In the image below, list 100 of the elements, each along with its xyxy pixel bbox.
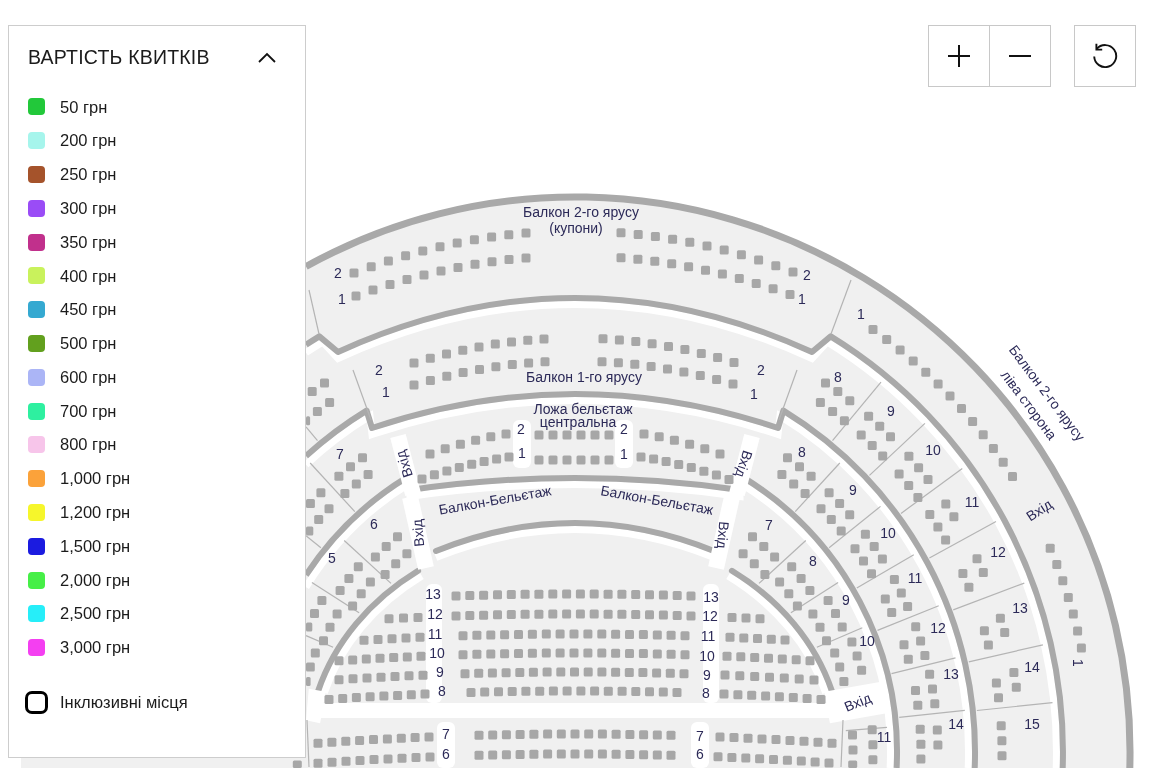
price-label: 3,000 грн bbox=[60, 637, 131, 659]
box-number: 8 bbox=[834, 369, 842, 385]
walkway bbox=[513, 420, 531, 468]
seat-block bbox=[370, 532, 412, 579]
section-title: Ложа бельєтаж bbox=[533, 401, 633, 417]
row-number: 7 bbox=[696, 728, 704, 744]
box-number: 7 bbox=[765, 517, 773, 533]
box-number: 9 bbox=[842, 592, 850, 608]
box-number: 10 bbox=[880, 525, 896, 541]
walkway bbox=[729, 434, 760, 496]
row-number: 1 bbox=[382, 384, 390, 400]
box-divider bbox=[900, 467, 963, 514]
row-number: 11 bbox=[427, 626, 443, 642]
seat-block bbox=[911, 669, 940, 710]
row-number: 12 bbox=[427, 606, 443, 622]
seat-block bbox=[738, 532, 780, 579]
price-label: 50 грн bbox=[60, 96, 108, 118]
row-number: 9 bbox=[703, 667, 711, 683]
price-label: 600 грн bbox=[60, 366, 117, 388]
row-number: 13 bbox=[703, 589, 719, 605]
plus-icon bbox=[948, 45, 970, 67]
row-number: 1 bbox=[857, 306, 865, 322]
row-number: 1 bbox=[338, 291, 346, 307]
row-number: 10 bbox=[699, 648, 715, 664]
box-divider bbox=[305, 635, 334, 648]
row-number: 12 bbox=[702, 608, 718, 624]
box-number: 14 bbox=[1024, 659, 1040, 675]
seat-row bbox=[727, 612, 765, 624]
box-number: 9 bbox=[849, 482, 857, 498]
seat-block bbox=[979, 613, 1010, 650]
box-divider bbox=[352, 369, 372, 421]
seat-block bbox=[306, 648, 320, 686]
box-number: 13 bbox=[943, 666, 959, 682]
price-label: 1,200 грн bbox=[60, 502, 131, 524]
box-number: 12 bbox=[990, 544, 1006, 560]
seat-block bbox=[848, 725, 878, 768]
box-divider bbox=[305, 535, 322, 549]
box-number: 11 bbox=[964, 494, 980, 510]
price-label: 300 грн bbox=[60, 197, 117, 219]
row-number: 9 bbox=[436, 664, 444, 680]
price-label: 350 грн bbox=[60, 231, 117, 253]
seat-block bbox=[306, 488, 334, 536]
zoom-in-button[interactable] bbox=[928, 25, 990, 87]
entrance-label: Вхід bbox=[841, 689, 874, 715]
box-divider bbox=[794, 462, 841, 513]
box-number: 10 bbox=[859, 633, 875, 649]
row-number: 2 bbox=[334, 265, 342, 281]
box-number: 13 bbox=[1012, 600, 1028, 616]
seat-row bbox=[359, 632, 425, 645]
minus-icon bbox=[1008, 55, 1031, 57]
box-number: 11 bbox=[876, 729, 892, 745]
reset-button[interactable] bbox=[1074, 25, 1136, 87]
box-number: 14 bbox=[948, 716, 964, 732]
seat-block bbox=[991, 668, 1021, 703]
row-number: 13 bbox=[425, 586, 441, 602]
price-label: 400 грн bbox=[60, 265, 117, 287]
section-title: Балкон 1-го ярусу bbox=[526, 369, 642, 385]
price-label: 450 грн bbox=[60, 299, 117, 321]
row-number: 1 bbox=[1070, 659, 1086, 667]
row-number: 1 bbox=[750, 386, 758, 402]
price-label: 2,500 грн bbox=[60, 603, 131, 625]
box-number: 15 bbox=[1024, 716, 1040, 732]
legend-title: ВАРТІСТЬ КВИТКІВ bbox=[28, 45, 210, 70]
entrance-label: Вхід bbox=[732, 448, 756, 480]
row-number: 1 bbox=[798, 291, 806, 307]
seat-block bbox=[925, 499, 959, 545]
row-number: 11 bbox=[700, 628, 716, 644]
box-divider bbox=[305, 426, 319, 442]
box-number: 12 bbox=[930, 620, 946, 636]
section-note: центральна bbox=[539, 414, 617, 430]
seat-block bbox=[808, 595, 847, 646]
box-number: 5 bbox=[328, 550, 336, 566]
seat-block bbox=[915, 724, 943, 764]
price-label: 1,000 грн bbox=[60, 468, 131, 490]
price-label: 2,000 грн bbox=[60, 569, 131, 591]
chevron-up-icon[interactable] bbox=[258, 51, 276, 63]
box-divider bbox=[778, 369, 798, 421]
row-number: 6 bbox=[696, 746, 704, 762]
box-number: 6 bbox=[370, 516, 378, 532]
price-label: 500 грн bbox=[60, 333, 117, 355]
box-divider bbox=[828, 505, 882, 549]
row-number: 8 bbox=[438, 683, 446, 699]
box-divider bbox=[830, 279, 852, 335]
box-divider bbox=[758, 539, 807, 584]
seat-block bbox=[335, 562, 375, 611]
box-divider bbox=[311, 581, 360, 614]
seat-block bbox=[306, 595, 342, 646]
row-number: 7 bbox=[442, 726, 450, 742]
seat-block bbox=[292, 760, 302, 768]
box-divider bbox=[309, 462, 356, 513]
box-number: 9 bbox=[887, 403, 895, 419]
row-number: 2 bbox=[757, 362, 765, 378]
box-number: 7 bbox=[336, 446, 344, 462]
entrance-label: Вхід bbox=[713, 520, 733, 550]
box-divider bbox=[868, 422, 926, 476]
box-number: 10 bbox=[925, 442, 941, 458]
row-number: 1 bbox=[620, 446, 628, 462]
price-label: 1,500 грн bbox=[60, 535, 131, 557]
seat-block bbox=[306, 378, 335, 426]
box-number: 8 bbox=[809, 553, 817, 569]
